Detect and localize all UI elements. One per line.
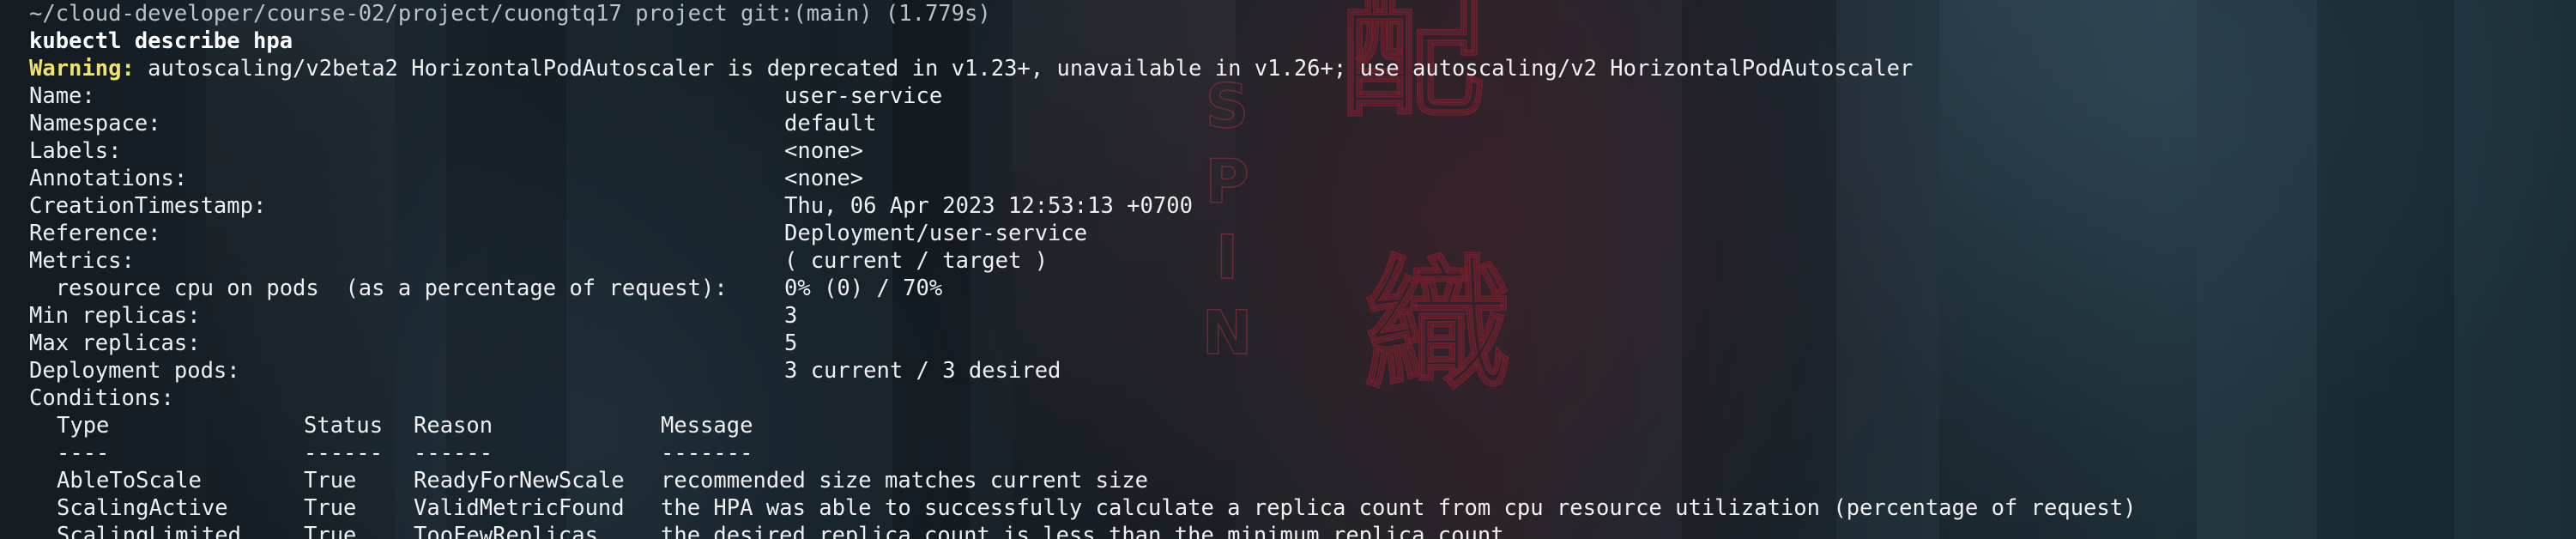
column-header-message: Message — [661, 413, 753, 439]
condition-status: True — [304, 523, 357, 539]
field-key: Name: — [29, 83, 95, 109]
table-row: ScalingLimited True TooFewReplicas the desi… — [29, 522, 2576, 539]
condition-reason: TooFewReplicas — [414, 523, 598, 539]
field-row-labels: Labels: <none> — [29, 137, 2576, 165]
field-key: Min replicas: — [29, 303, 201, 329]
separator: ------- — [661, 440, 753, 466]
condition-type: AbleToScale — [57, 468, 202, 494]
field-row-reference: Reference: Deployment/user-service — [29, 220, 2576, 247]
field-value: <none> — [784, 138, 864, 164]
condition-status: True — [304, 495, 357, 521]
terminal-output[interactable]: ~/cloud-developer/course-02/project/cuon… — [29, 0, 2576, 539]
field-value: user-service — [784, 83, 943, 109]
conditions-separator-row: ---- ------ ------ ------- — [29, 439, 2576, 467]
condition-status: True — [304, 468, 357, 494]
condition-message: the desired replica count is less than t… — [661, 523, 1504, 539]
separator: ------ — [414, 440, 493, 466]
field-value: Deployment/user-service — [784, 221, 1088, 246]
field-value: 0% (0) / 70% — [784, 276, 943, 301]
field-value: ( current / target ) — [784, 248, 1049, 274]
condition-reason: ReadyForNewScale — [414, 468, 625, 494]
column-header-status: Status — [304, 413, 384, 439]
field-key: Deployment pods: — [29, 358, 240, 384]
field-row-creation-timestamp: CreationTimestamp: Thu, 06 Apr 2023 12:53… — [29, 192, 2576, 220]
table-row: ScalingActive True ValidMetricFound the HPA… — [29, 494, 2576, 522]
field-key: CreationTimestamp: — [29, 193, 267, 219]
condition-message: recommended size matches current size — [661, 468, 1149, 494]
conditions-title: Conditions: — [29, 385, 174, 411]
field-key: Namespace: — [29, 111, 161, 136]
shell-prompt: ~/cloud-developer/course-02/project/cuon… — [29, 1, 991, 27]
field-value: 5 — [784, 330, 798, 356]
field-key: Annotations: — [29, 166, 188, 191]
column-header-type: Type — [57, 413, 110, 439]
field-row-annotations: Annotations: <none> — [29, 165, 2576, 192]
field-value: default — [784, 111, 877, 136]
field-value: Thu, 06 Apr 2023 12:53:13 +0700 — [784, 193, 1193, 219]
condition-type: ScalingActive — [57, 495, 228, 521]
field-row-cpu-metric: resource cpu on pods (as a percentage of… — [29, 275, 2576, 302]
conditions-header-row: Type Status Reason Message — [29, 412, 2576, 439]
condition-reason: ValidMetricFound — [414, 495, 625, 521]
field-row-max-replicas: Max replicas: 5 — [29, 330, 2576, 357]
field-value: 3 current / 3 desired — [784, 358, 1061, 384]
field-key: Labels: — [29, 138, 122, 164]
condition-message: the HPA was able to successfully calcula… — [661, 495, 2137, 521]
field-row-name: Name: user-service — [29, 82, 2576, 110]
separator: ------ — [304, 440, 384, 466]
field-value: 3 — [784, 303, 798, 329]
table-row: AbleToScale True ReadyForNewScale recommend… — [29, 467, 2576, 494]
field-key: Max replicas: — [29, 330, 201, 356]
field-row-metrics: Metrics: ( current / target ) — [29, 247, 2576, 275]
warning-line: Warning: autoscaling/v2beta2 HorizontalP… — [29, 55, 2576, 82]
field-key: Reference: — [29, 221, 161, 246]
field-key: Metrics: — [29, 248, 135, 274]
separator: ---- — [57, 440, 110, 466]
condition-type: ScalingLimited — [57, 523, 241, 539]
warning-label: Warning: — [29, 56, 135, 82]
field-row-namespace: Namespace: default — [29, 110, 2576, 137]
field-value: <none> — [784, 166, 864, 191]
field-row-deployment-pods: Deployment pods: 3 current / 3 desired — [29, 357, 2576, 385]
warning-text: autoscaling/v2beta2 HorizontalPodAutosca… — [134, 56, 1914, 82]
field-key: resource cpu on pods (as a percentage of… — [29, 276, 728, 301]
command-line: kubectl describe hpa — [29, 28, 293, 54]
field-row-min-replicas: Min replicas: 3 — [29, 302, 2576, 330]
column-header-reason: Reason — [414, 413, 493, 439]
